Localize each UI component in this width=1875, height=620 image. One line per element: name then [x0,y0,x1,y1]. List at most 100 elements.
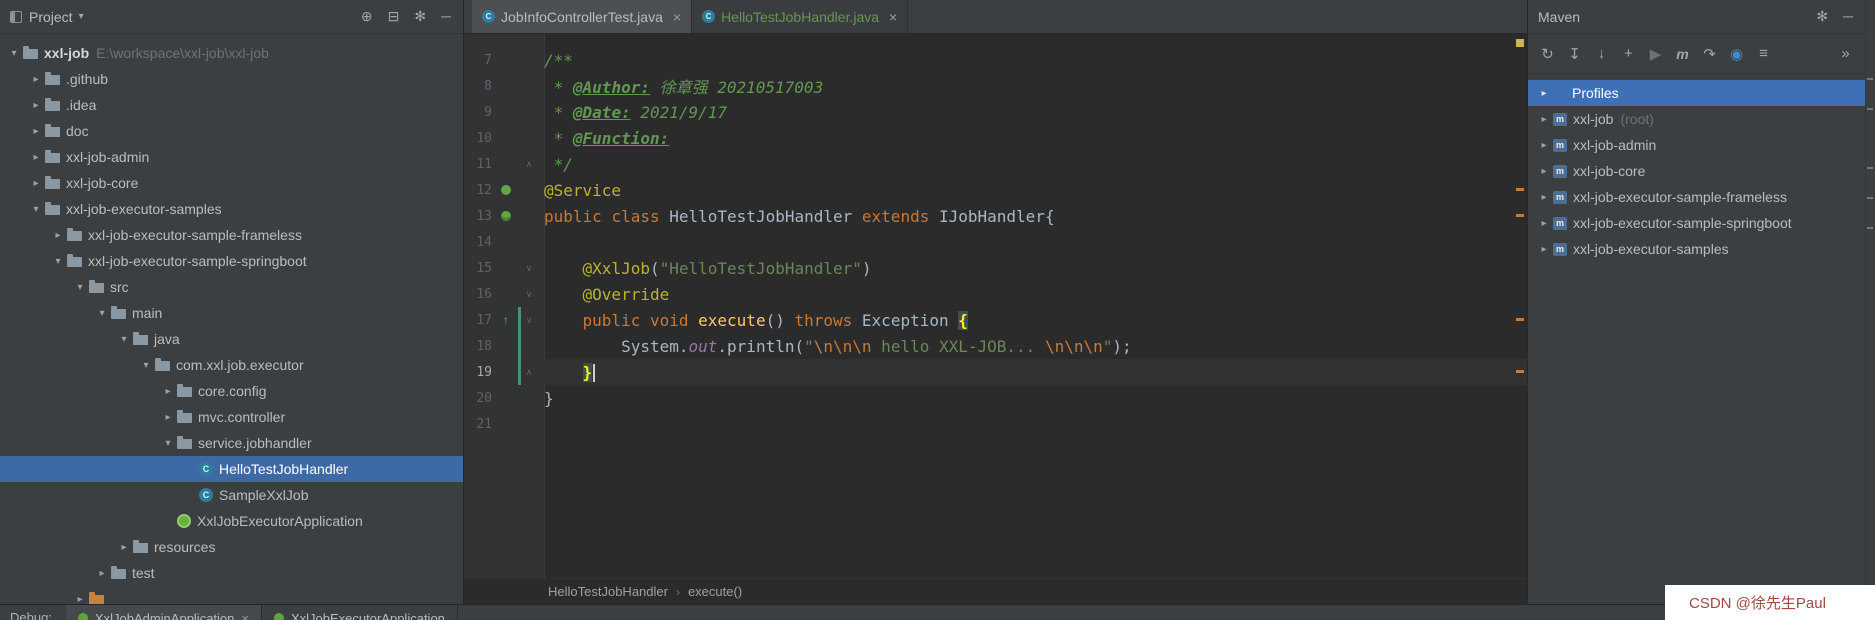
breadcrumb-item[interactable]: execute() [688,584,742,599]
stripe-mark[interactable] [1516,214,1524,217]
code-line[interactable]: 14 [464,229,1527,255]
fold-marker-icon[interactable]: ∧ [521,159,537,170]
fold-marker-icon[interactable]: ∧ [521,367,537,378]
expand-chevron-icon[interactable]: ▸ [28,152,44,163]
code-line[interactable]: 12 @Service [464,177,1527,203]
settings-gear-icon[interactable]: ✻ [1816,8,1828,24]
hide-panel-icon[interactable]: ─ [1843,8,1853,24]
chevron-down-icon[interactable]: ▾ [79,11,84,22]
code-line[interactable]: 9 * @Date: 2021/9/17 [464,99,1527,125]
maven-tree-item[interactable]: ▸ m xxl-job-admin [1528,132,1865,158]
expand-chevron-icon[interactable]: ▸ [1536,88,1552,99]
expand-chevron-icon[interactable]: ▸ [160,412,176,423]
code-line[interactable]: 10 * @Function: [464,125,1527,151]
code-line[interactable]: 17 ↑ ∨ public void execute() throws Except… [464,307,1527,333]
close-icon[interactable]: × [889,9,897,25]
expand-chevron-icon[interactable]: ▸ [28,100,44,111]
code-line[interactable]: 20} [464,385,1527,411]
expand-chevron-icon[interactable]: ▸ [1536,166,1552,177]
expand-chevron-icon[interactable]: ▸ [28,126,44,137]
collapse-chevron-icon[interactable]: ▾ [28,204,44,215]
collapse-chevron-icon[interactable]: ▾ [94,308,110,319]
project-tree-item[interactable]: ▸ .github [0,66,463,92]
project-toolwindow-icon[interactable] [10,10,22,23]
project-tree-item[interactable]: C HelloTestJobHandler [0,456,463,482]
inspection-status-square[interactable] [1516,39,1524,47]
collapse-all-icon[interactable]: ⊟ [388,8,400,24]
settings-gear-icon[interactable]: ✻ [414,8,426,24]
collapse-chevron-icon[interactable]: ▾ [50,256,66,267]
expand-chevron-icon[interactable]: ▸ [1536,244,1552,255]
expand-chevron-icon[interactable]: ▸ [94,568,110,579]
stripe-mark[interactable] [1516,188,1524,191]
expand-chevron-icon[interactable]: ▸ [28,74,44,85]
project-tree-item[interactable]: ▸ doc [0,118,463,144]
refresh-icon[interactable]: ↻ [1534,45,1561,63]
collapse-chevron-icon[interactable]: ▾ [72,282,88,293]
maven-tree-item[interactable]: ▸ Profiles [1528,80,1865,106]
collapse-chevron-icon[interactable]: ▾ [138,360,154,371]
code-line[interactable]: 19 ∧ } [464,359,1527,385]
expand-chevron-icon[interactable]: ▸ [1536,140,1552,151]
project-tree-item[interactable]: XxlJobExecutorApplication [0,508,463,534]
project-tree-item[interactable]: ▸ .idea [0,92,463,118]
project-tree-item[interactable]: ▸ xxl-job-admin [0,144,463,170]
project-tree-item[interactable]: ▸ test [0,560,463,586]
maven-tree-item[interactable]: ▸ m xxl-job-executor-sample-frameless [1528,184,1865,210]
expand-chevron-icon[interactable]: ▸ [50,230,66,241]
spring-bean-icon[interactable] [501,185,511,195]
project-tree-item[interactable]: ▾ com.xxl.job.executor [0,352,463,378]
code-editor[interactable]: 7/** 8 * @Author: 徐章强 20210517003 9 * @Dat… [464,34,1527,578]
code-line[interactable]: 15 ∨ @XxlJob("HelloTestJobHandler") [464,255,1527,281]
breadcrumb-item[interactable]: HelloTestJobHandler [548,584,668,599]
collapse-chevron-icon[interactable]: ▾ [116,334,132,345]
fold-marker-icon[interactable]: ∨ [521,315,537,326]
project-tree-item[interactable]: ▸ xxl-job-core [0,170,463,196]
expand-chevron-icon[interactable]: ▸ [28,178,44,189]
expand-chevron-icon[interactable]: ▸ [72,594,88,605]
offline-mode-icon[interactable]: ◉ [1723,45,1750,63]
expand-chevron-icon[interactable]: ▸ [116,542,132,553]
collapse-chevron-icon[interactable]: ▾ [6,48,22,59]
more-icon[interactable]: » [1832,45,1859,62]
spring-bean-icon[interactable] [501,211,511,221]
expand-chevron-icon[interactable]: ▸ [160,386,176,397]
expand-chevron-icon[interactable]: ▸ [1536,114,1552,125]
expand-chevron-icon[interactable]: ▸ [1536,218,1552,229]
close-icon[interactable]: × [673,9,681,25]
close-icon[interactable]: × [241,611,249,620]
project-tree-item[interactable]: ▾ service.jobhandler [0,430,463,456]
editor-tab[interactable]: C HelloTestJobHandler.java × [692,0,909,33]
project-tree-item[interactable]: ▸ [0,586,463,604]
project-tree-item[interactable]: ▾ xxl-job E:\workspace\xxl-job\xxl-job [0,40,463,66]
code-line[interactable]: 8 * @Author: 徐章强 20210517003 [464,73,1527,99]
editor-tab[interactable]: C JobInfoControllerTest.java × [472,0,693,33]
project-tree-item[interactable]: ▾ main [0,300,463,326]
expand-chevron-icon[interactable]: ▸ [1536,192,1552,203]
code-line[interactable]: 11 ∧ */ [464,151,1527,177]
code-line[interactable]: 18 System.out.println("\n\n\n hello XXL-… [464,333,1527,359]
project-tree-item[interactable]: ▾ xxl-job-executor-sample-springboot [0,248,463,274]
project-tree-item[interactable]: ▾ xxl-job-executor-samples [0,196,463,222]
code-line[interactable]: 16 ∨ @Override [464,281,1527,307]
project-tree-item[interactable]: ▸ mvc.controller [0,404,463,430]
locate-file-icon[interactable]: ⊕ [361,8,373,24]
collapse-chevron-icon[interactable]: ▾ [160,438,176,449]
debug-session-tab[interactable]: XxlJobAdminApplication × [65,605,262,620]
skip-tests-icon[interactable]: ↷ [1696,45,1723,63]
project-tree-item[interactable]: ▸ core.config [0,378,463,404]
hide-panel-icon[interactable]: ─ [441,8,451,24]
code-line[interactable]: 21 [464,411,1527,437]
run-icon[interactable]: ▶ [1642,45,1669,63]
maven-tree-item[interactable]: ▸ m xxl-job (root) [1528,106,1865,132]
stripe-mark[interactable] [1516,370,1524,373]
project-tree-item[interactable]: C SampleXxlJob [0,482,463,508]
maven-tree-item[interactable]: ▸ m xxl-job-executor-samples [1528,236,1865,262]
download-icon[interactable]: ↓ [1588,45,1615,62]
project-tree-item[interactable]: ▸ xxl-job-executor-sample-frameless [0,222,463,248]
stripe-mark[interactable] [1516,318,1524,321]
override-method-icon[interactable]: ↑ [503,314,509,326]
download-sources-icon[interactable]: ↧ [1561,45,1588,63]
code-line[interactable]: 7 /** [464,47,1527,73]
code-line[interactable]: 13 public class HelloTestJobHandler exten… [464,203,1527,229]
